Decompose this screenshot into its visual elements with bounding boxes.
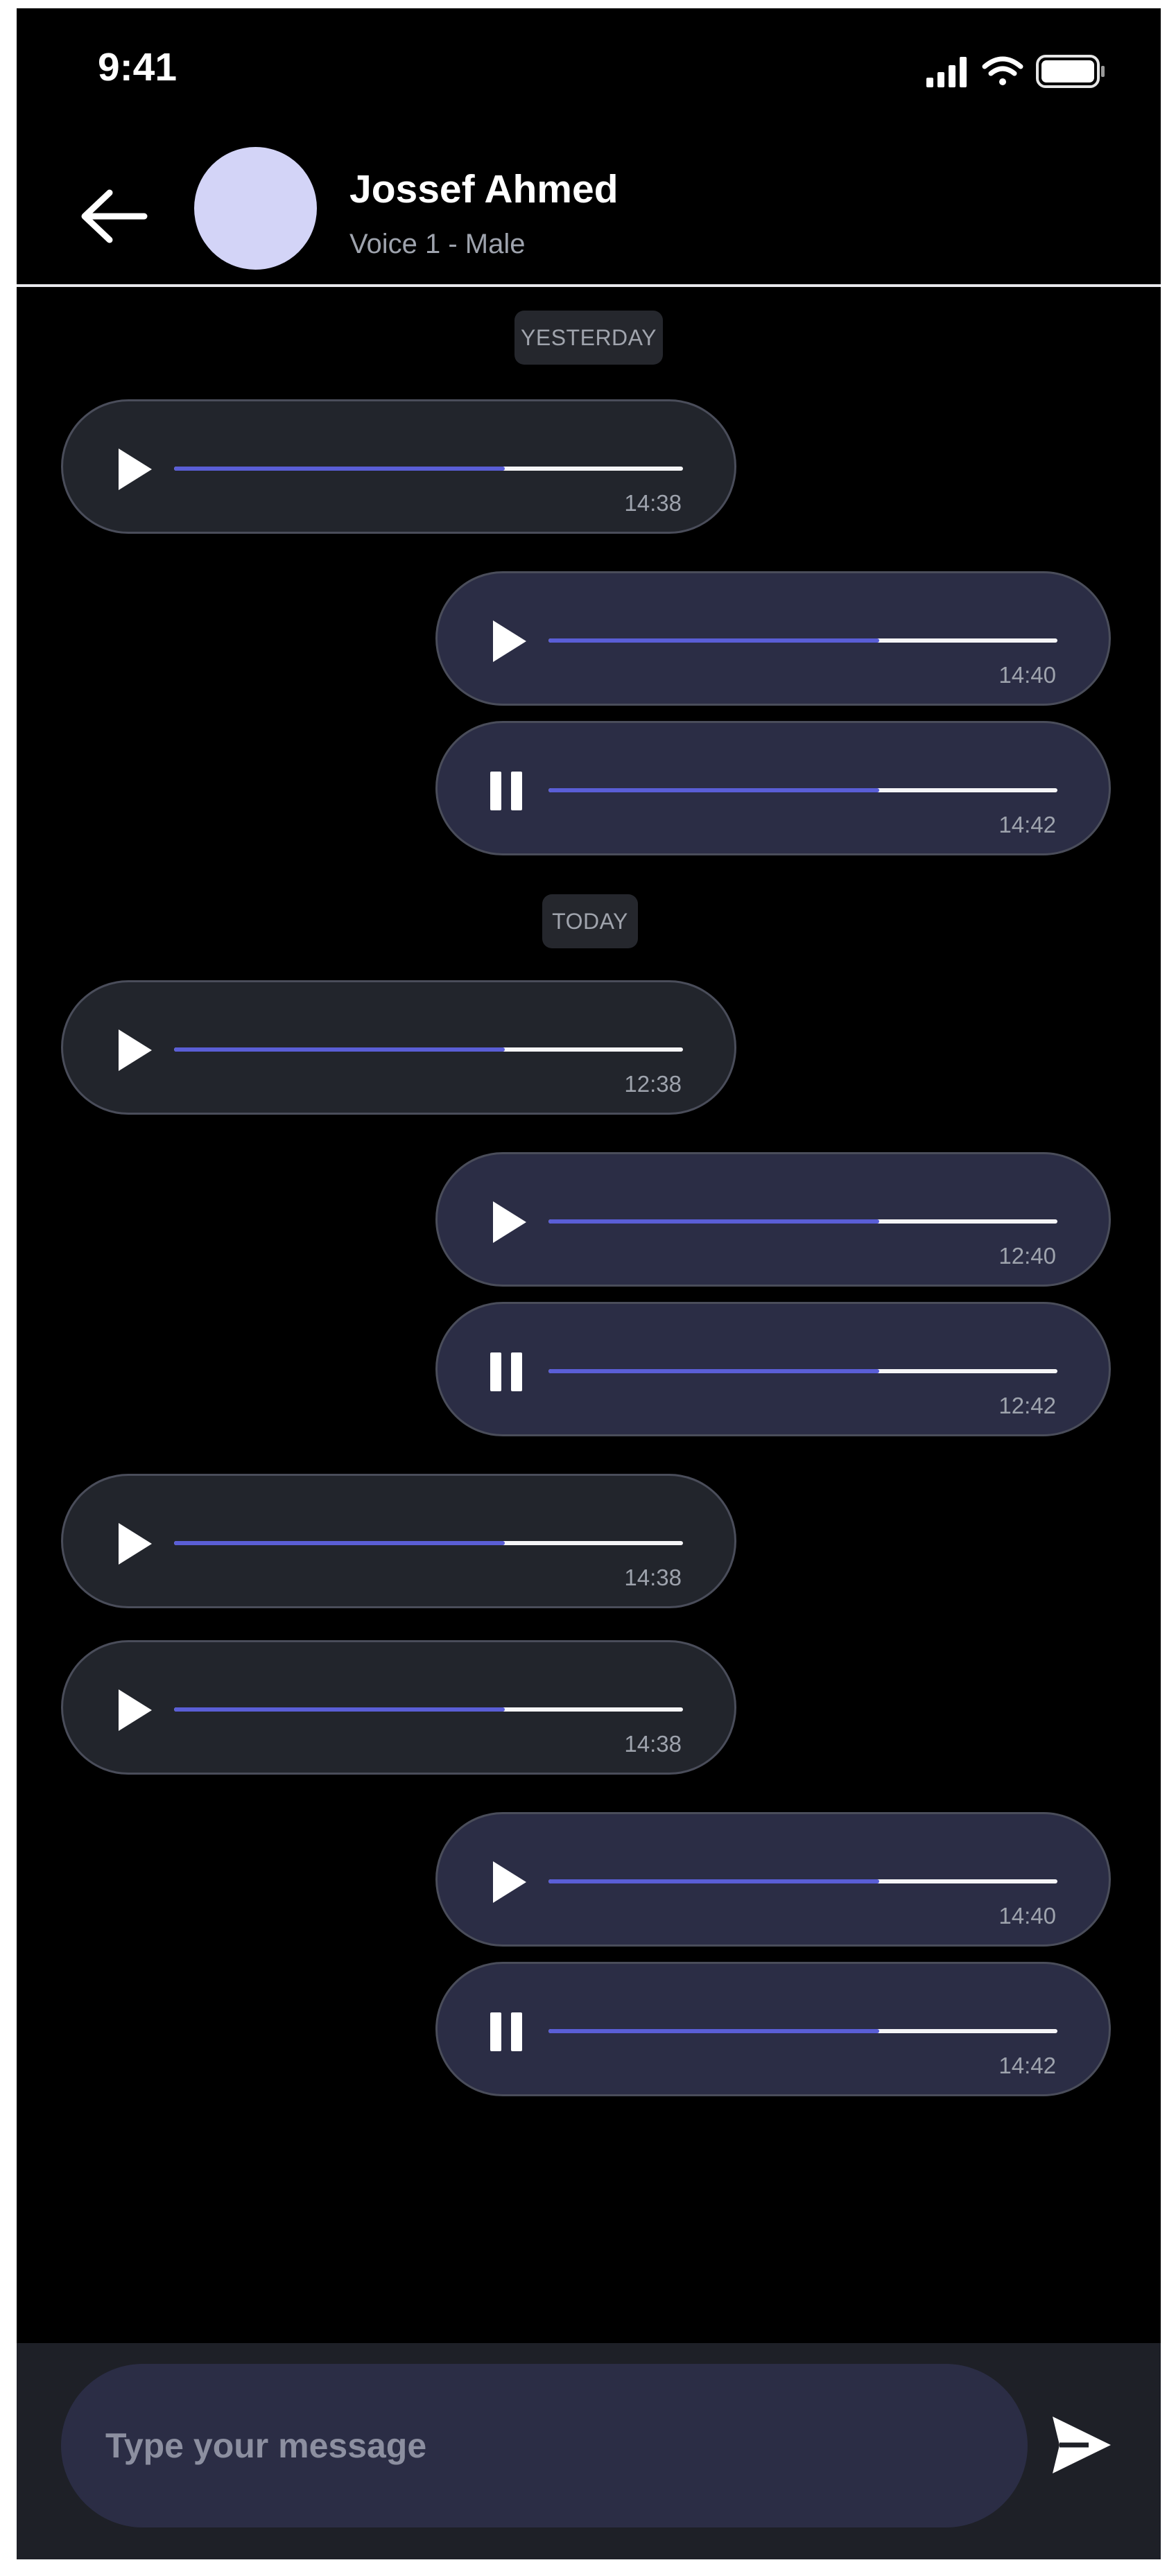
cellular-signal-icon xyxy=(926,57,967,87)
play-button[interactable] xyxy=(479,613,535,669)
play-button[interactable] xyxy=(105,1682,160,1738)
playback-progress-track[interactable] xyxy=(548,1219,1057,1224)
send-button[interactable] xyxy=(1047,2407,1116,2483)
message-timestamp: 14:42 xyxy=(998,812,1056,837)
voice-message[interactable]: 14:42 xyxy=(435,721,1111,855)
playback-progress-track[interactable] xyxy=(548,788,1057,792)
pause-button[interactable] xyxy=(479,2004,535,2060)
playback-progress-fill xyxy=(174,1541,505,1545)
arrow-left-icon xyxy=(81,189,148,243)
pause-icon xyxy=(490,772,522,810)
battery-icon xyxy=(1036,55,1105,88)
pause-button[interactable] xyxy=(479,1344,535,1400)
message-timestamp: 14:38 xyxy=(624,490,682,516)
message-timestamp: 12:42 xyxy=(998,1393,1056,1418)
playback-progress-fill xyxy=(548,1219,880,1224)
voice-message[interactable]: 14:38 xyxy=(61,1640,736,1775)
playback-progress-fill xyxy=(174,1707,505,1712)
contact-name: Jossef Ahmed xyxy=(349,167,619,211)
pause-icon xyxy=(490,2012,522,2051)
voice-message[interactable]: 12:40 xyxy=(435,1152,1111,1287)
play-icon xyxy=(493,620,526,662)
voice-message[interactable]: 14:38 xyxy=(61,1474,736,1608)
back-button[interactable] xyxy=(75,175,151,251)
playback-progress-fill xyxy=(548,1879,880,1883)
message-timestamp: 14:38 xyxy=(624,1565,682,1590)
day-label-yesterday: YESTERDAY xyxy=(514,311,663,365)
message-timestamp: 14:38 xyxy=(624,1731,682,1757)
send-icon xyxy=(1053,2417,1111,2473)
playback-progress-track[interactable] xyxy=(174,1707,683,1712)
playback-progress-fill xyxy=(548,788,880,792)
playback-progress-fill xyxy=(174,467,505,471)
avatar[interactable] xyxy=(194,147,317,270)
playback-progress-track[interactable] xyxy=(174,467,683,471)
pause-button[interactable] xyxy=(479,763,535,819)
playback-progress-track[interactable] xyxy=(174,1541,683,1545)
playback-progress-fill xyxy=(548,638,880,643)
voice-message[interactable]: 14:42 xyxy=(435,1962,1111,2096)
play-icon xyxy=(119,1029,152,1071)
play-icon xyxy=(119,1523,152,1565)
play-button[interactable] xyxy=(105,442,160,497)
message-timestamp: 12:38 xyxy=(624,1071,682,1097)
contact-subtitle: Voice 1 - Male xyxy=(349,229,526,259)
pause-icon xyxy=(490,1352,522,1391)
message-timestamp: 14:40 xyxy=(998,662,1056,688)
play-button[interactable] xyxy=(479,1854,535,1910)
play-button[interactable] xyxy=(105,1022,160,1078)
playback-progress-track[interactable] xyxy=(548,638,1057,643)
playback-progress-track[interactable] xyxy=(174,1047,683,1052)
header-divider xyxy=(17,284,1161,287)
playback-progress-track[interactable] xyxy=(548,1879,1057,1883)
voice-message[interactable]: 12:42 xyxy=(435,1302,1111,1436)
voice-message[interactable]: 12:38 xyxy=(61,980,736,1115)
playback-progress-track[interactable] xyxy=(548,1369,1057,1373)
message-timestamp: 14:42 xyxy=(998,2053,1056,2078)
wifi-icon xyxy=(982,56,1023,85)
day-label-today: TODAY xyxy=(542,894,638,948)
voice-message[interactable]: 14:40 xyxy=(435,1812,1111,1947)
voice-message[interactable]: 14:40 xyxy=(435,571,1111,706)
playback-progress-fill xyxy=(548,1369,880,1373)
playback-progress-track[interactable] xyxy=(548,2029,1057,2033)
play-icon xyxy=(493,1201,526,1243)
playback-progress-fill xyxy=(174,1047,505,1052)
status-icons xyxy=(926,54,1114,89)
play-icon xyxy=(119,1689,152,1731)
voice-message[interactable]: 14:38 xyxy=(61,399,736,534)
play-button[interactable] xyxy=(105,1516,160,1572)
status-time: 9:41 xyxy=(98,45,178,89)
play-button[interactable] xyxy=(479,1194,535,1250)
play-icon xyxy=(493,1861,526,1903)
message-input[interactable] xyxy=(61,2364,1028,2527)
play-icon xyxy=(119,449,152,490)
message-timestamp: 12:40 xyxy=(998,1243,1056,1269)
chat-screen: 9:41 Jossef Ahmed Voice 1 - Male YESTERD… xyxy=(17,8,1161,2559)
playback-progress-fill xyxy=(548,2029,880,2033)
message-timestamp: 14:40 xyxy=(998,1903,1056,1929)
